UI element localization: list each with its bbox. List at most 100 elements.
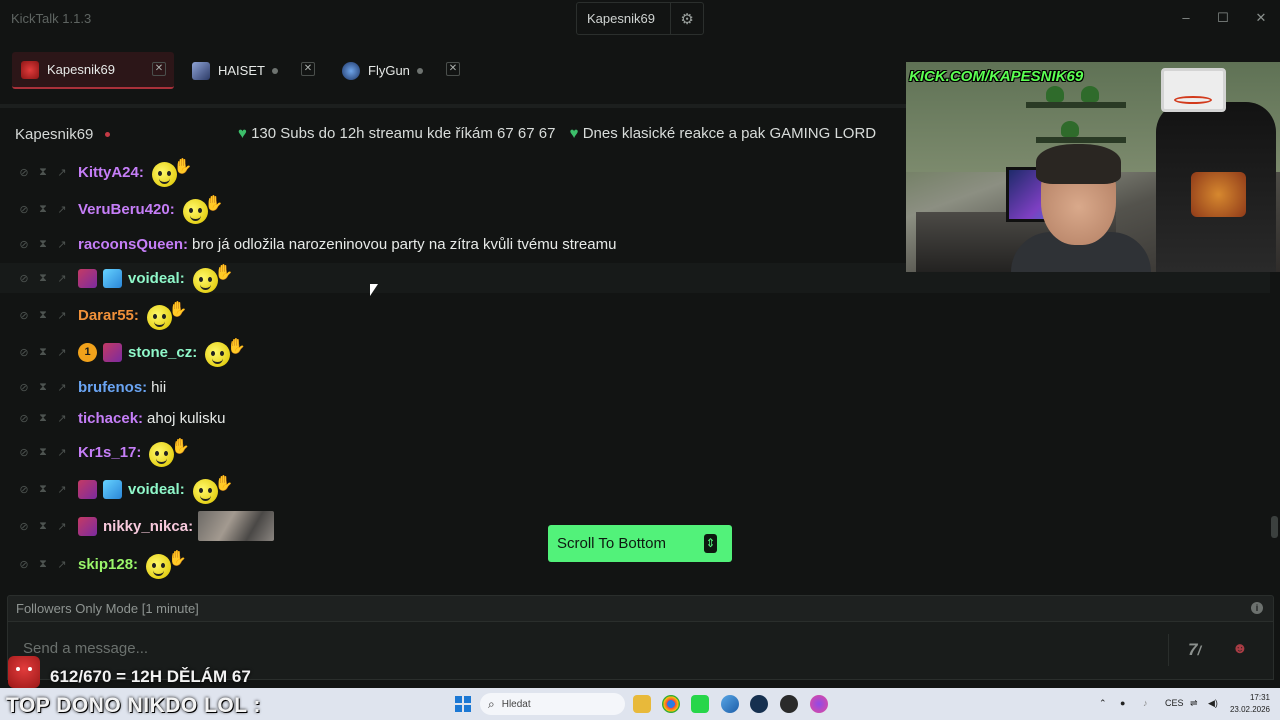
chat-message[interactable]: ⊘ ⧗ ↗ 1 stone_cz: ✋ [0,337,1270,367]
file-explorer-icon[interactable] [633,695,651,713]
subscriber-badge-icon[interactable] [78,516,97,536]
ban-icon[interactable]: ⊘ [18,238,30,251]
message-username[interactable]: brufenos [78,379,142,396]
chat-message[interactable]: ⊘ ⧗ ↗ brufenos: hii [0,372,1270,402]
subscriber-badge-icon[interactable] [78,268,97,288]
ban-icon[interactable]: ⊘ [18,166,30,179]
smiley-wave-emote-icon[interactable]: ✋ [182,194,227,224]
reply-icon[interactable]: ↗ [56,520,68,533]
close-window-icon[interactable]: ✕ [1254,10,1268,26]
steam-icon[interactable] [750,695,768,713]
gift-1-badge-icon[interactable]: 1 [78,342,97,362]
ban-icon[interactable]: ⊘ [18,483,30,496]
smiley-wave-emote-icon[interactable]: ✋ [192,474,237,504]
message-username[interactable]: voideal [128,270,180,287]
chat-message[interactable]: ⊘ ⧗ ↗ Kr1s_17: ✋ [0,437,1270,467]
timeout-icon[interactable]: ⧗ [37,346,49,359]
reply-icon[interactable]: ↗ [56,309,68,322]
reply-icon[interactable]: ↗ [56,446,68,459]
timeout-icon[interactable]: ⧗ [37,238,49,251]
tab-flygun[interactable]: FlyGun ✕ [333,52,468,89]
app-icon[interactable] [780,695,798,713]
cube-badge-icon[interactable] [103,268,122,288]
timeout-icon[interactable]: ⧗ [37,412,49,425]
kick-emote-icon[interactable]: ☻ [1232,640,1252,660]
network-icon[interactable]: ⇌ [1190,698,1198,709]
image-emote[interactable] [198,511,275,541]
ban-icon[interactable]: ⊘ [18,309,30,322]
message-username[interactable]: Darar55 [78,307,134,324]
subscriber-badge-icon[interactable] [103,342,122,362]
reply-icon[interactable]: ↗ [56,558,68,571]
reply-icon[interactable]: ↗ [56,381,68,394]
volume-icon[interactable]: ◀) [1208,698,1218,709]
chat-message[interactable]: ⊘ ⧗ ↗ tichacek: ahoj kulisku [0,403,1270,433]
ban-icon[interactable]: ⊘ [18,558,30,571]
reply-icon[interactable]: ↗ [56,238,68,251]
seventv-emote-button[interactable]: 7tv7/ [1188,640,1201,660]
windows-start-icon[interactable] [455,696,471,712]
info-icon[interactable]: i [1251,602,1263,614]
reply-icon[interactable]: ↗ [56,412,68,425]
close-tab-icon[interactable]: ✕ [152,62,166,76]
scrollbar-thumb[interactable] [1271,516,1278,538]
timeout-icon[interactable]: ⧗ [37,272,49,285]
message-username[interactable]: voideal [128,481,180,498]
message-username[interactable]: racoonsQueen [78,236,183,253]
timeout-icon[interactable]: ⧗ [37,520,49,533]
ban-icon[interactable]: ⊘ [18,381,30,394]
reply-icon[interactable]: ↗ [56,166,68,179]
chrome-icon[interactable] [662,695,680,713]
ban-icon[interactable]: ⊘ [18,520,30,533]
message-username[interactable]: KittyA24 [78,164,139,181]
ban-icon[interactable]: ⊘ [18,446,30,459]
timeout-icon[interactable]: ⧗ [37,203,49,216]
reply-icon[interactable]: ↗ [56,483,68,496]
subscriber-badge-icon[interactable] [78,479,97,499]
reply-icon[interactable]: ↗ [56,272,68,285]
message-username[interactable]: Kr1s_17 [78,444,136,461]
reply-icon[interactable]: ↗ [56,203,68,216]
ban-icon[interactable]: ⊘ [18,346,30,359]
app-icon[interactable] [810,695,828,713]
cube-badge-icon[interactable] [103,479,122,499]
maximize-icon[interactable]: ☐ [1216,10,1230,26]
smiley-wave-emote-icon[interactable]: ✋ [146,300,191,330]
smiley-wave-emote-icon[interactable]: ✋ [205,337,249,367]
chat-message[interactable]: ⊘ ⧗ ↗ Darar55: ✋ [0,300,1270,330]
tray-icon[interactable]: ● [1120,698,1125,708]
taskbar-search[interactable]: ⌕ Hledat [480,693,625,715]
ban-icon[interactable]: ⊘ [18,272,30,285]
message-input[interactable] [23,640,1123,657]
chevron-up-icon[interactable]: ⌃ [1099,698,1107,709]
smiley-wave-emote-icon[interactable]: ✋ [192,263,237,293]
tab-haiset[interactable]: HAISET ✕ [183,52,323,89]
timeout-icon[interactable]: ⧗ [37,483,49,496]
smiley-wave-emote-icon[interactable]: ✋ [146,549,190,579]
close-tab-icon[interactable]: ✕ [446,62,460,76]
streamer-name[interactable]: Kapesnik69 [15,126,93,143]
reply-icon[interactable]: ↗ [56,346,68,359]
taskbar-clock[interactable]: 17:31 23.02.2026 [1226,692,1270,716]
message-username[interactable]: skip128 [78,556,133,573]
smiley-wave-emote-icon[interactable]: ✋ [151,157,196,187]
chat-message[interactable]: ⊘ ⧗ ↗ voideal: ✋ [0,474,1270,504]
message-username[interactable]: nikky_nikca [103,518,188,535]
timeout-icon[interactable]: ⧗ [37,309,49,322]
message-username[interactable]: VeruBeru420 [78,201,170,218]
scroll-to-bottom-button[interactable]: Scroll To Bottom ⇕ [548,525,732,562]
ban-icon[interactable]: ⊘ [18,203,30,216]
microphone-icon[interactable]: ♪ [1143,698,1148,708]
smiley-wave-emote-icon[interactable]: ✋ [149,437,193,467]
user-box[interactable]: Kapesnik69 ⚙ [576,2,704,35]
language-indicator[interactable]: CES [1165,698,1184,708]
close-tab-icon[interactable]: ✕ [301,62,315,76]
current-user-label[interactable]: Kapesnik69 [577,11,670,26]
app-icon[interactable] [721,695,739,713]
timeout-icon[interactable]: ⧗ [37,381,49,394]
message-username[interactable]: tichacek [78,410,138,427]
ban-icon[interactable]: ⊘ [18,412,30,425]
message-username[interactable]: stone_cz [128,344,192,361]
timeout-icon[interactable]: ⧗ [37,446,49,459]
minimize-icon[interactable]: – [1179,10,1193,25]
